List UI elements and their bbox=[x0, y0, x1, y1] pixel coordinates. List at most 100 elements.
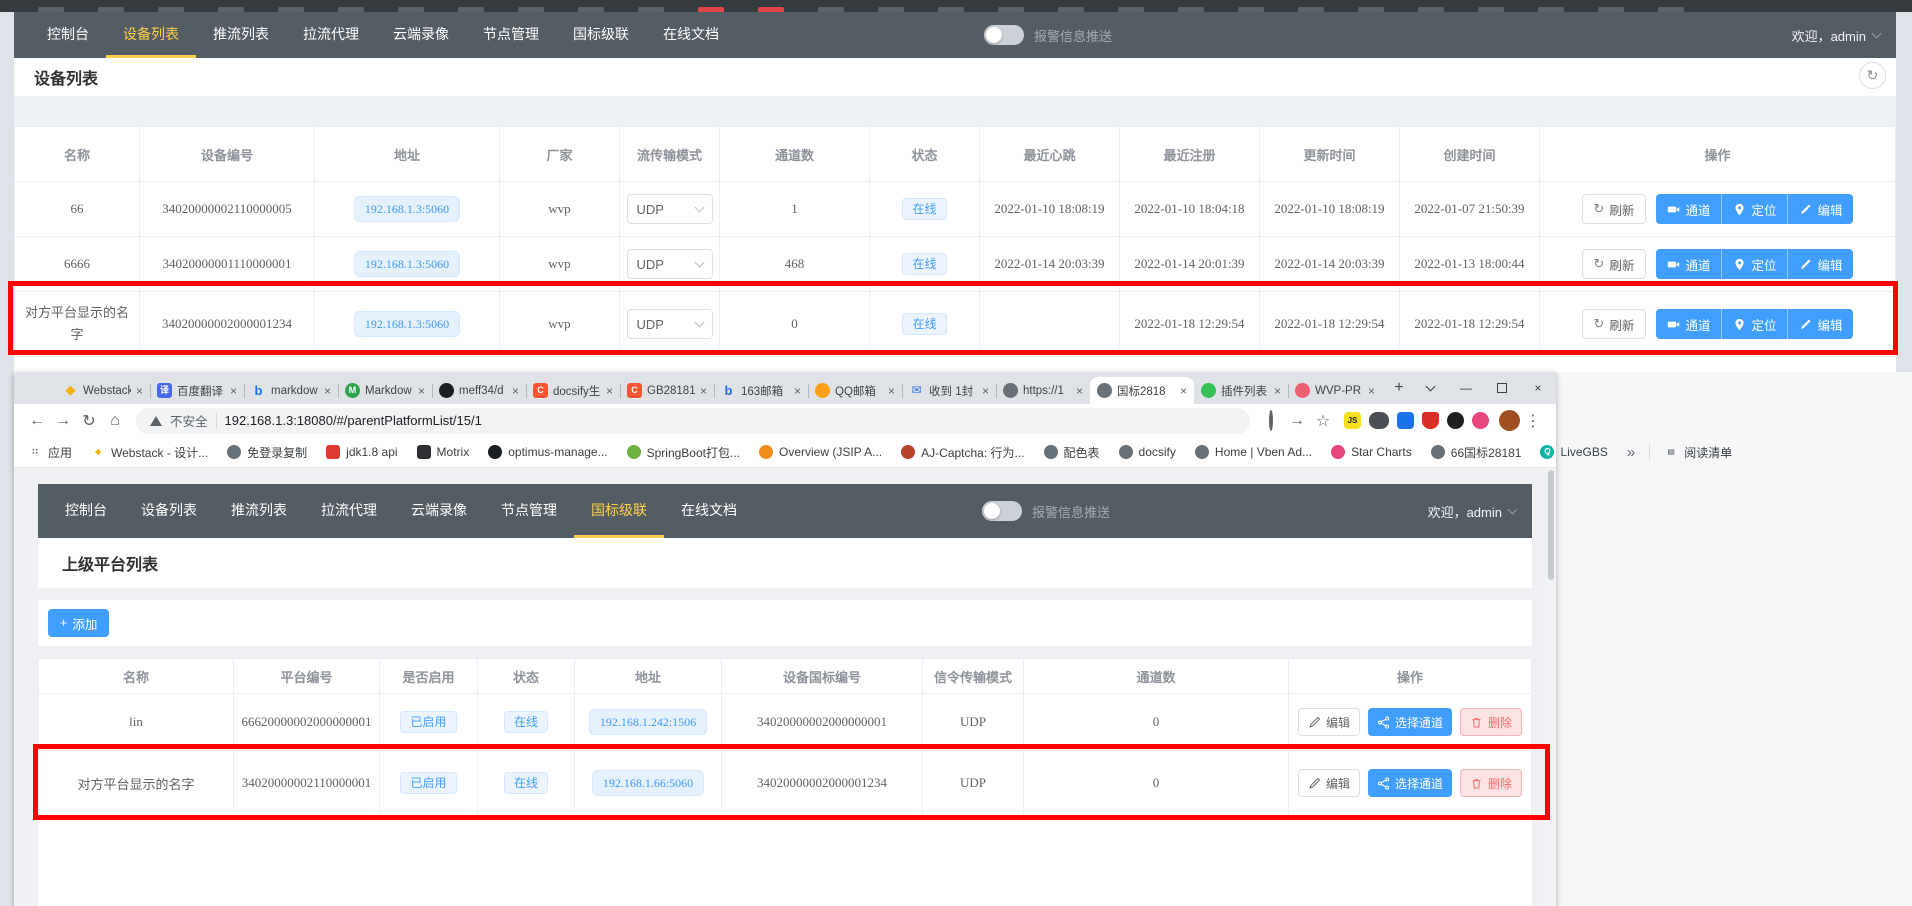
browser-menu-button[interactable]: ⋮ bbox=[1520, 411, 1546, 431]
tab-search-button[interactable] bbox=[1412, 372, 1448, 404]
channels-button[interactable]: 通道 bbox=[1656, 249, 1721, 279]
address-badge[interactable]: 192.168.1.3:5060 bbox=[354, 196, 460, 222]
browser-tab[interactable]: meff34/d× bbox=[432, 377, 526, 404]
user-menu[interactable]: 欢迎，admin bbox=[1428, 484, 1516, 538]
nav-item-push-streams[interactable]: 推流列表 bbox=[214, 484, 304, 538]
extension-icon[interactable] bbox=[1447, 412, 1464, 429]
nav-item-cloud-record[interactable]: 云端录像 bbox=[376, 12, 466, 58]
refresh-device-button[interactable]: ↻刷新 bbox=[1582, 309, 1647, 339]
nav-item-node-manage[interactable]: 节点管理 bbox=[466, 12, 556, 58]
browser-tab[interactable]: bmarkdow× bbox=[244, 377, 338, 404]
browser-tab[interactable]: b163邮箱× bbox=[714, 377, 808, 404]
browser-tab[interactable]: https://1× bbox=[996, 377, 1090, 404]
bookmark-item[interactable]: Home | Vben Ad... bbox=[1195, 445, 1312, 459]
locate-button[interactable]: 定位 bbox=[1721, 194, 1787, 224]
page-refresh-button[interactable]: ↻ bbox=[1859, 62, 1886, 89]
nav-item-cloud-record[interactable]: 云端录像 bbox=[394, 484, 484, 538]
add-platform-button[interactable]: +添加 bbox=[48, 609, 109, 637]
bookmark-star-button[interactable]: ☆ bbox=[1310, 411, 1336, 431]
browser-tab[interactable]: ✉收到 1封× bbox=[902, 377, 996, 404]
address-badge[interactable]: 192.168.1.66:5060 bbox=[592, 770, 704, 796]
bookmark-item[interactable]: optimus-manage... bbox=[488, 445, 607, 459]
nav-item-devices[interactable]: 设备列表 bbox=[106, 12, 196, 58]
close-icon[interactable]: × bbox=[1368, 384, 1375, 398]
nav-item-console[interactable]: 控制台 bbox=[30, 12, 106, 58]
nav-item-gb-cascade[interactable]: 国标级联 bbox=[556, 12, 646, 58]
bookmarks-overflow-button[interactable]: » bbox=[1627, 444, 1635, 461]
bookmark-item[interactable]: 66国标28181 bbox=[1431, 444, 1522, 461]
close-icon[interactable]: × bbox=[982, 384, 989, 398]
nav-item-gb-cascade[interactable]: 国标级联 bbox=[574, 484, 664, 538]
reload-button[interactable]: ↻ bbox=[76, 411, 102, 431]
minimize-button[interactable]: — bbox=[1448, 372, 1484, 404]
bookmark-item[interactable]: Overview (JSIP A... bbox=[759, 445, 882, 459]
nav-item-console[interactable]: 控制台 bbox=[48, 484, 124, 538]
select-channel-button[interactable]: 选择通道 bbox=[1368, 769, 1452, 797]
nav-item-devices[interactable]: 设备列表 bbox=[124, 484, 214, 538]
address-bar[interactable]: 不安全 192.168.1.3:18080/#/parentPlatformLi… bbox=[136, 408, 1250, 434]
reading-list-button[interactable]: ▤阅读清单 bbox=[1664, 444, 1732, 461]
nav-item-pull-proxy[interactable]: 拉流代理 bbox=[304, 484, 394, 538]
nav-item-pull-proxy[interactable]: 拉流代理 bbox=[286, 12, 376, 58]
edit-platform-button[interactable]: 编辑 bbox=[1298, 769, 1360, 797]
browser-tab[interactable]: WVP-PR× bbox=[1288, 377, 1382, 404]
bookmark-item[interactable]: ◆Webstack - 设计... bbox=[91, 444, 208, 461]
browser-tab[interactable]: ◆Webstack× bbox=[56, 377, 150, 404]
close-icon[interactable]: × bbox=[606, 384, 613, 398]
stream-mode-select[interactable]: UDP bbox=[627, 309, 713, 339]
edit-platform-button[interactable]: 编辑 bbox=[1298, 708, 1360, 736]
bookmark-item[interactable]: Motrix bbox=[417, 445, 470, 459]
scrollbar-thumb[interactable] bbox=[1548, 470, 1554, 580]
js-extension-icon[interactable]: JS bbox=[1344, 412, 1361, 429]
stream-mode-select[interactable]: UDP bbox=[627, 194, 713, 224]
nav-item-online-docs[interactable]: 在线文档 bbox=[664, 484, 754, 538]
delete-platform-button[interactable]: 删除 bbox=[1460, 708, 1522, 736]
extension-icon[interactable] bbox=[1397, 412, 1414, 429]
close-icon[interactable]: × bbox=[1180, 384, 1187, 398]
browser-tab[interactable]: 插件列表× bbox=[1194, 377, 1288, 404]
alarm-push-toggle[interactable] bbox=[984, 25, 1024, 45]
refresh-device-button[interactable]: ↻刷新 bbox=[1582, 249, 1647, 279]
address-badge[interactable]: 192.168.1.242:1506 bbox=[589, 709, 707, 735]
channels-button[interactable]: 通道 bbox=[1656, 194, 1721, 224]
browser-tab[interactable]: QQ邮箱× bbox=[808, 377, 902, 404]
address-badge[interactable]: 192.168.1.3:5060 bbox=[354, 311, 460, 337]
bookmark-item[interactable]: Star Charts bbox=[1331, 445, 1412, 459]
bookmark-item[interactable]: docsify bbox=[1119, 445, 1176, 459]
browser-tab[interactable]: 译百度翻译× bbox=[150, 377, 244, 404]
bookmark-item[interactable]: QLiveGBS bbox=[1540, 445, 1607, 459]
edit-device-button[interactable]: 编辑 bbox=[1787, 194, 1853, 224]
close-icon[interactable]: × bbox=[324, 384, 331, 398]
close-icon[interactable]: × bbox=[700, 384, 707, 398]
user-menu[interactable]: 欢迎，admin bbox=[1792, 12, 1880, 58]
close-icon[interactable]: × bbox=[1274, 384, 1281, 398]
nav-item-online-docs[interactable]: 在线文档 bbox=[646, 12, 736, 58]
close-icon[interactable]: × bbox=[512, 384, 519, 398]
browser-tab[interactable]: CGB28181× bbox=[620, 377, 714, 404]
bookmark-item[interactable]: 配色表 bbox=[1044, 444, 1100, 461]
maximize-button[interactable] bbox=[1484, 372, 1520, 404]
close-icon[interactable]: × bbox=[888, 384, 895, 398]
nav-item-node-manage[interactable]: 节点管理 bbox=[484, 484, 574, 538]
bookmark-item[interactable]: jdk1.8 api bbox=[326, 445, 397, 459]
close-window-button[interactable]: × bbox=[1520, 372, 1556, 404]
extension-icon[interactable] bbox=[1369, 412, 1389, 429]
bookmark-item[interactable]: AJ-Captcha: 行为... bbox=[901, 444, 1024, 461]
nav-item-push-streams[interactable]: 推流列表 bbox=[196, 12, 286, 58]
bookmark-item[interactable]: SpringBoot打包... bbox=[627, 444, 740, 461]
browser-tab[interactable]: Cdocsify生× bbox=[526, 377, 620, 404]
new-tab-button[interactable]: + bbox=[1386, 374, 1412, 402]
apps-bookmark[interactable]: ∷应用 bbox=[28, 444, 72, 461]
password-key-icon[interactable] bbox=[1258, 412, 1284, 430]
stream-mode-select[interactable]: UDP bbox=[627, 249, 713, 279]
channels-button[interactable]: 通道 bbox=[1656, 309, 1721, 339]
close-icon[interactable]: × bbox=[230, 384, 237, 398]
profile-avatar[interactable] bbox=[1499, 410, 1520, 431]
shield-extension-icon[interactable] bbox=[1422, 412, 1439, 429]
address-badge[interactable]: 192.168.1.3:5060 bbox=[354, 251, 460, 277]
home-button[interactable]: ⌂ bbox=[102, 412, 128, 430]
browser-tab-active[interactable]: 国标2818× bbox=[1090, 377, 1194, 404]
locate-button[interactable]: 定位 bbox=[1721, 309, 1787, 339]
refresh-device-button[interactable]: ↻刷新 bbox=[1582, 194, 1647, 224]
close-icon[interactable]: × bbox=[418, 384, 425, 398]
